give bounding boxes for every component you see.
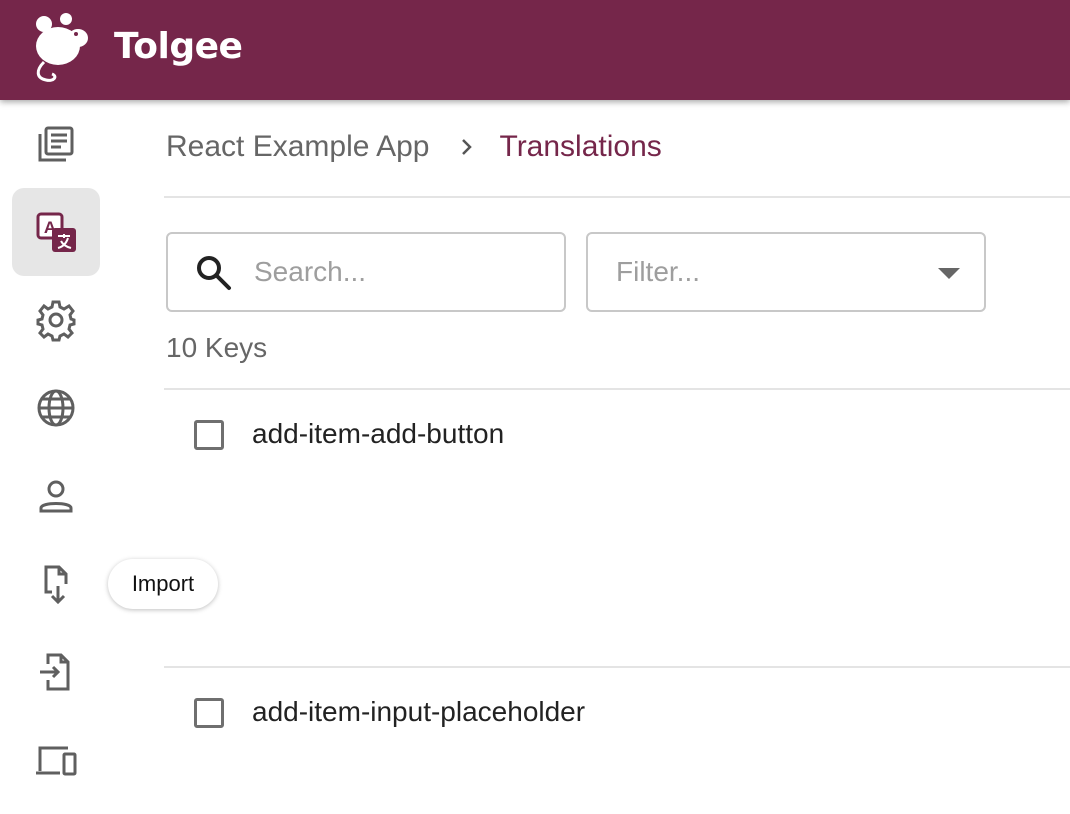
top-bar: Tolgee <box>0 0 1070 100</box>
sidebar-item-settings[interactable] <box>12 276 100 364</box>
breadcrumb: React Example App Translations <box>166 130 662 164</box>
search-icon <box>197 256 231 290</box>
sidebar: A <box>0 100 112 814</box>
app-name: Tolgee <box>114 26 243 67</box>
filter-placeholder: Filter... <box>616 256 701 287</box>
sidebar-item-languages[interactable] <box>12 364 100 452</box>
sidebar-item-import[interactable] <box>12 540 100 628</box>
devices-icon <box>36 746 77 776</box>
key-checkbox[interactable] <box>194 420 224 450</box>
key-name[interactable]: add-item-input-placeholder <box>252 696 585 728</box>
sidebar-item-projects[interactable] <box>12 100 100 188</box>
filter-select[interactable]: Filter... <box>586 232 986 312</box>
projects-icon <box>38 126 74 162</box>
globe-icon <box>37 389 75 427</box>
key-name[interactable]: add-item-add-button <box>252 418 504 450</box>
breadcrumb-project-link[interactable]: React Example App <box>166 130 429 164</box>
import-icon <box>44 565 68 605</box>
keys-count: 10 Keys <box>166 332 268 363</box>
gear-icon <box>36 300 76 342</box>
tolgee-mouse-logo-icon <box>36 13 88 82</box>
search-field[interactable] <box>166 232 566 312</box>
key-row: add-item-input-placeholder <box>164 668 1070 814</box>
person-icon <box>39 480 73 513</box>
sidebar-item-integrate[interactable] <box>12 716 100 804</box>
export-icon <box>40 653 70 691</box>
logo-link[interactable]: Tolgee <box>32 12 243 84</box>
key-row: add-item-add-button <box>164 390 1070 666</box>
chevron-right-icon <box>462 139 473 155</box>
key-checkbox[interactable] <box>194 698 224 728</box>
sidebar-item-members[interactable] <box>12 452 100 540</box>
search-input[interactable] <box>254 252 544 292</box>
sidebar-item-translations[interactable]: A <box>12 188 100 276</box>
dropdown-arrow-icon <box>938 268 960 279</box>
breadcrumb-current[interactable]: Translations <box>499 130 661 164</box>
sidebar-item-export[interactable] <box>12 628 100 716</box>
divider <box>164 196 1070 198</box>
translations-icon: A <box>36 212 76 252</box>
